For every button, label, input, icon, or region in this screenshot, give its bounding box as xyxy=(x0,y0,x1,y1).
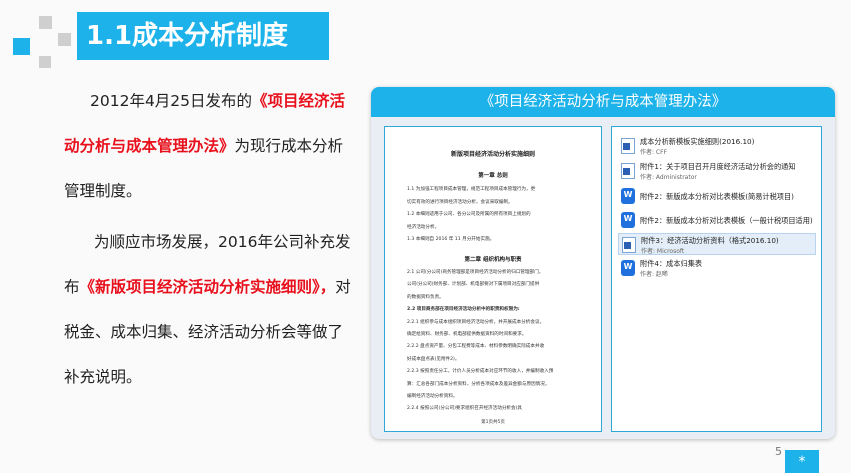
wps-doc-icon xyxy=(621,212,635,228)
page-title: 1.1成本分析制度 xyxy=(86,21,289,51)
document-chapter-1: 第一章 总则 xyxy=(478,173,508,179)
file-item[interactable]: 附件2：新版成本分析对比表模板（一般计税项目适用) xyxy=(618,209,816,231)
document-line: 2.2 项目商务部在项目经济活动分析中的职责和权限为: xyxy=(407,307,520,313)
file-item[interactable]: 附件3：经济活动分析资料（格式2016.10) 作者: Microsoft xyxy=(618,233,816,255)
page-number: 5 xyxy=(775,445,782,458)
document-preview[interactable]: 新版项目经济活动分析实施细则 第一章 总则 1.1 为加强工程项目成本管理，规范… xyxy=(384,126,602,432)
card-header: 《项目经济活动分析与成本管理办法》 xyxy=(371,87,835,117)
file-author: 作者: Microsoft xyxy=(641,248,685,255)
file-name: 成本分析新模板实施细则(2016.10) xyxy=(640,137,755,146)
document-card: 《项目经济活动分析与成本管理办法》 新版项目经济活动分析实施细则 第一章 总则 … xyxy=(371,87,835,439)
file-name: 附件3：经济活动分析资料（格式2016.10) xyxy=(641,236,779,245)
file-name: 附件2：新版成本分析对比表模板（一般计税项目适用) xyxy=(640,216,813,225)
document-line: 2.2.3 按照责任分工，计价人员分析成本对应环节的收入，并编制收入预 xyxy=(407,369,554,375)
document-line: 经济活动分析。 xyxy=(407,224,440,230)
file-item[interactable]: 成本分析新模板实施细则(2016.10) 作者: CFF xyxy=(618,135,816,157)
decor-square xyxy=(58,33,71,46)
file-author: 作者: CFF xyxy=(640,149,668,156)
paragraph-2: 为顺应市场发展，2016年公司补充发布《新版项目经济活动分析实施细则》，对税金、… xyxy=(64,220,356,400)
document-line: 2.2.4 按照公司(分公司)要求组织召开经济活动分析会(具 xyxy=(407,406,522,412)
decor-square-accent xyxy=(13,38,30,55)
paragraph-1: 2012年4月25日发布的《项目经济活动分析与成本管理办法》为现行成本分析管理制… xyxy=(64,79,356,214)
document-line: 1.3 本细则自 2016 年 11 月分开始实施。 xyxy=(407,237,495,242)
file-item[interactable]: 附件4：成本归集表作者: 赵晞 xyxy=(618,257,816,279)
paragraph-1-text: 2012年4月25日发布的 xyxy=(90,92,253,110)
word-doc-icon xyxy=(622,237,636,253)
document-line: 确定给资料、财务部、机电部提供数据资料的时间和要求。 xyxy=(407,332,527,337)
document-line: 2.2.2 盘点资产量、分包工程费等成本、材料参数明确实际成本并收 xyxy=(407,344,545,350)
paragraph-2-highlight: 《新版项目经济活动分析实施细则》， xyxy=(79,278,336,296)
file-item[interactable]: 附件1：关于项目召开月度经济活动分析会的通知 作者: Administrator xyxy=(618,160,816,182)
document-page-footer: 第1页共5页 xyxy=(481,420,505,425)
document-line: 编制经济活动分析资料。 xyxy=(407,394,458,399)
word-doc-icon xyxy=(621,163,635,179)
document-line: 2.2.1 组织参与成本组织项目经济活动分析，并开展成本分析会议， xyxy=(407,319,545,325)
decor-square xyxy=(39,16,52,29)
decor-square xyxy=(39,56,51,68)
file-name: 附件1：关于项目召开月度经济活动分析会的通知 xyxy=(640,162,796,171)
word-doc-icon xyxy=(621,138,635,154)
document-line: 1.1 为加强工程项目成本管理，规范工程项目成本管理行为，更 xyxy=(407,187,536,192)
file-name: 附件2：新版成本分析对比表模板(简易计税项目) xyxy=(640,192,794,201)
file-item[interactable]: 附件2：新版成本分析对比表模板(简易计税项目) xyxy=(618,185,816,207)
wps-doc-icon xyxy=(621,188,635,204)
document-line: 2.1 公司(分公司)商务管理部是项目经济活动分析的归口管理部门， xyxy=(407,270,544,275)
document-line: 算：汇总各部门成本分析资料，分析各项成本及差异金额与原因情况， xyxy=(407,381,550,387)
document-line: 公司(分公司)财务部、计划部、机电部要对下属项目对应部门提供 xyxy=(407,282,540,288)
document-line: 切实有效的进行项目经济活动分析，会议采取编制。 xyxy=(407,199,513,205)
file-author: 作者: 赵晞 xyxy=(640,271,668,278)
slide: 1.1成本分析制度 2012年4月25日发布的《项目经济活动分析与成本管理办法》… xyxy=(0,0,851,473)
document-line: 好成本盘点表(见附件2)。 xyxy=(407,356,460,362)
document-chapter-2: 第二章 组织机构与职责 xyxy=(464,257,522,263)
file-list: 成本分析新模板实施细则(2016.10) 作者: CFF 附件1：关于项目召开月度经… xyxy=(611,126,822,432)
document-title: 新版项目经济活动分析实施细则 xyxy=(450,151,535,158)
document-line: 的数据资料负责。 xyxy=(407,294,444,300)
wps-doc-icon xyxy=(621,260,635,276)
file-name: 附件4：成本归集表 xyxy=(640,259,703,268)
corner-badge: * xyxy=(785,450,819,473)
file-author: 作者: Administrator xyxy=(640,174,697,181)
document-line: 1.2 本细则适用于公司、各分公司及所属的所有项目上规划的 xyxy=(407,212,531,217)
